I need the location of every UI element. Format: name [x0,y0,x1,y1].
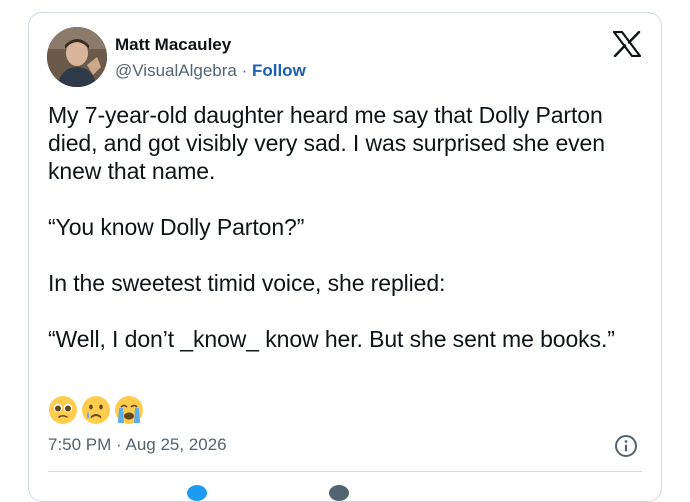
post-paragraph: “Well, I don’t _know_ know her. But she … [48,326,615,352]
post-text: My 7-year-old daughter heard me say that… [48,101,648,381]
post-timestamp[interactable]: 7:50 PM · Aug 25, 2026 [48,435,227,455]
author-name[interactable]: Matt Macauley [115,35,231,55]
post-paragraph: In the sweetest timid voice, she replied… [48,270,446,296]
pleading-face-icon [49,396,77,424]
avatar[interactable] [47,27,107,87]
handle-separator: · [236,61,252,80]
author-handle[interactable]: @VisualAlgebra [115,61,237,80]
action-icon-peek [187,485,207,501]
author-handle-row: @VisualAlgebra · Follow [115,61,306,81]
loudly-crying-face-icon [115,396,143,424]
follow-button[interactable]: Follow [252,61,306,80]
post-card: Matt Macauley @VisualAlgebra · Follow My… [28,12,662,502]
avatar-photo [47,27,107,87]
x-logo-icon[interactable] [612,30,642,58]
post-paragraph: My 7-year-old daughter heard me say that… [48,102,605,184]
emoji-row [48,395,144,425]
info-icon[interactable] [614,434,638,458]
crying-face-icon [82,396,110,424]
divider [48,471,642,472]
post-paragraph: “You know Dolly Parton?” [48,214,305,240]
action-icon-peek [329,485,349,501]
